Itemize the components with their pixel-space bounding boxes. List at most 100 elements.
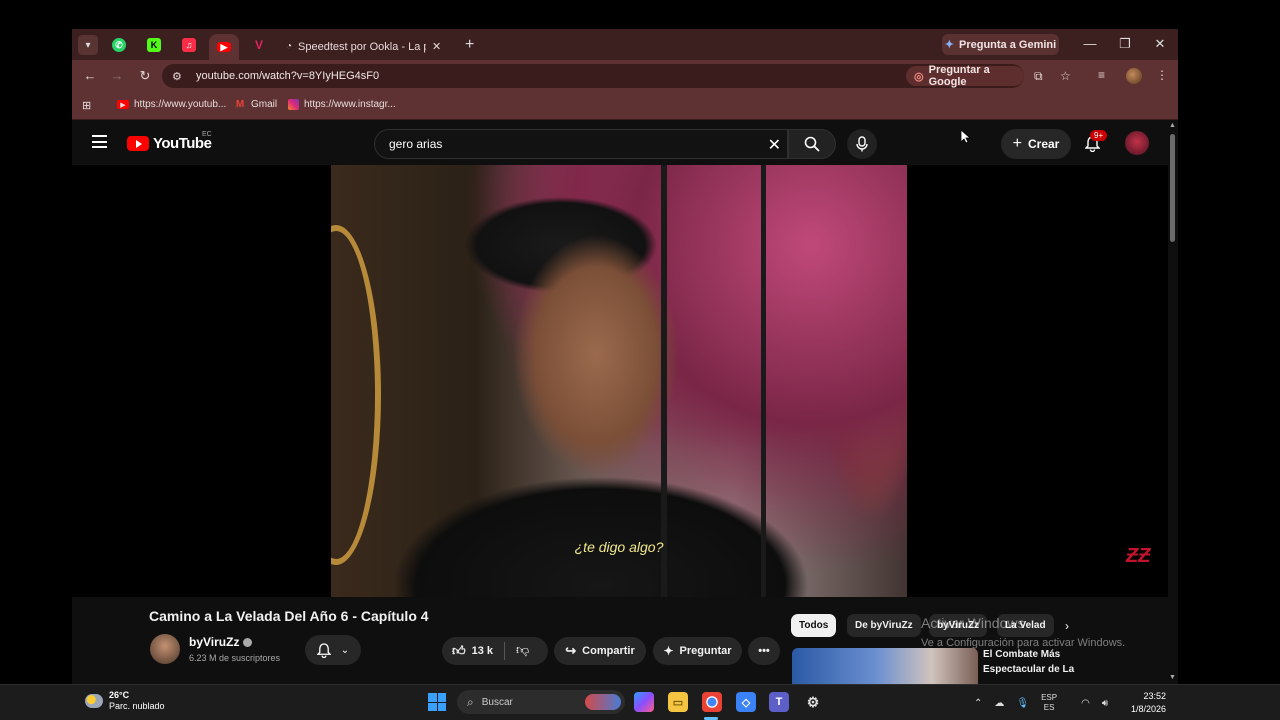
site-info-icon[interactable]: ⚙	[172, 70, 186, 83]
create-button[interactable]: + Crear	[1001, 129, 1071, 159]
account-avatar[interactable]	[1125, 131, 1149, 155]
search-highlight-image	[585, 694, 621, 710]
youtube-icon: ▶	[117, 100, 129, 109]
clock-date: 1/8/2026	[1130, 703, 1166, 714]
tab-search-button[interactable]: ▾	[78, 35, 98, 55]
chip-de-byviruzz[interactable]: De byViruZz	[847, 614, 921, 637]
share-button[interactable]: ↪ Compartir	[554, 637, 646, 665]
more-actions-button[interactable]: •••	[748, 637, 780, 665]
tab-whatsapp[interactable]: ✆	[104, 34, 134, 56]
install-app-icon[interactable]: ⧉	[1034, 69, 1043, 84]
channel-name[interactable]: byViruZz	[189, 635, 253, 649]
browser-window: ▾ ✆ K ♫ ▶ V ◔ Speedtest por Ookla - La p…	[72, 29, 1178, 684]
teams-icon[interactable]: T	[769, 692, 789, 712]
close-tab-icon[interactable]: ✕	[432, 40, 441, 53]
channel-avatar[interactable]	[150, 634, 180, 664]
plus-icon: +	[1012, 135, 1022, 152]
music-icon: ♫	[182, 38, 196, 52]
ask-google-button[interactable]: ◎ Preguntar a Google	[906, 64, 1024, 88]
tab-speedtest[interactable]: ◔ Speedtest por Ookla - La prueba ✕	[278, 33, 458, 60]
tab-bar: ▾ ✆ K ♫ ▶ V ◔ Speedtest por Ookla - La p…	[72, 29, 1178, 60]
like-count: 13 k	[471, 645, 494, 657]
instagram-icon	[288, 99, 299, 110]
file-explorer-icon[interactable]: ▭	[668, 692, 688, 712]
notification-badge: 9+	[1090, 130, 1108, 141]
channel-name-text[interactable]: byViruZz	[189, 635, 239, 649]
country-code: EC	[202, 131, 212, 138]
profile-avatar[interactable]	[1126, 68, 1142, 84]
voice-search-button[interactable]	[847, 129, 877, 159]
minimize-button[interactable]: —	[1080, 36, 1100, 51]
sparkle-icon: ✦	[663, 644, 674, 658]
menu-hamburger-icon[interactable]	[92, 135, 107, 148]
clock-time: 23:52	[1143, 691, 1166, 701]
forward-button[interactable]: →	[108, 68, 126, 83]
taskbar-search-placeholder: Buscar	[481, 696, 513, 708]
subscribed-bell-button[interactable]: ⌄	[305, 635, 361, 665]
video-player[interactable]: ¿te digo algo? ƵƵ	[72, 165, 1168, 597]
bookmark-label: https://www.instagr...	[304, 99, 396, 110]
microphone-icon	[856, 136, 868, 152]
chevron-right-icon[interactable]: ›	[1065, 619, 1069, 633]
url-text[interactable]: youtube.com/watch?v=8YIyHEG4sF0	[196, 70, 379, 82]
tab-kick[interactable]: K	[139, 34, 169, 56]
tab-v[interactable]: V	[244, 34, 274, 56]
ask-label: Preguntar	[679, 645, 732, 657]
search-icon: ⌕	[467, 694, 474, 709]
video-rail-shape	[761, 165, 766, 597]
chrome-icon[interactable]	[702, 692, 722, 712]
tab-youtube-active[interactable]: ▶	[209, 34, 239, 60]
language-indicator[interactable]: ESP ES	[1041, 693, 1057, 714]
bookmark-gmail[interactable]: M Gmail	[234, 99, 277, 110]
apps-grid-icon[interactable]: ⊞	[82, 99, 91, 112]
search-button[interactable]	[788, 129, 836, 159]
scroll-down-icon[interactable]: ▼	[1169, 674, 1176, 681]
search-input[interactable]: gero arias ✕	[374, 129, 788, 159]
kick-icon: K	[147, 38, 161, 52]
page-scrollbar[interactable]: ▲ ▼	[1168, 122, 1178, 684]
wifi-icon[interactable]: ◠	[1081, 698, 1090, 709]
clear-search-icon[interactable]: ✕	[768, 135, 781, 155]
ask-button[interactable]: ✦ Preguntar	[653, 637, 742, 665]
settings-icon[interactable]: ⚙	[803, 692, 823, 712]
chevron-up-icon[interactable]: ⌃	[974, 698, 982, 709]
youtube-logo[interactable]: YouTube EC	[127, 131, 212, 152]
copilot-icon[interactable]	[634, 692, 654, 712]
channel-watermark-logo: ƵƵ	[1126, 545, 1151, 567]
search-value[interactable]: gero arias	[389, 137, 442, 151]
youtube-icon: ▶	[217, 42, 231, 52]
bookmark-youtube[interactable]: ▶ https://www.youtub...	[117, 99, 226, 110]
windows-activation-watermark: Activar Windows	[921, 615, 1025, 631]
dislike-button[interactable]: 👎︎	[516, 642, 529, 658]
verified-icon	[243, 637, 253, 647]
scroll-thumb[interactable]	[1170, 134, 1175, 242]
gemini-button[interactable]: ✦ Pregunta a Gemini	[942, 34, 1059, 55]
windows-start-button[interactable]	[428, 693, 446, 711]
bookmark-star-icon[interactable]: ☆	[1060, 69, 1071, 83]
video-mirror-shape	[331, 225, 381, 565]
taskbar-clock[interactable]: 23:52 1/8/2026	[1122, 690, 1166, 715]
restore-button[interactable]: ❐	[1115, 36, 1135, 52]
video-rail-shape	[661, 165, 667, 597]
store-icon[interactable]: ◇	[736, 692, 756, 712]
close-window-button[interactable]: ✕	[1150, 36, 1170, 52]
related-video-thumbnail[interactable]	[792, 648, 978, 684]
menu-icon[interactable]: ⋮	[1156, 68, 1168, 82]
volume-icon[interactable]: 🔊︎	[1102, 698, 1108, 709]
onedrive-icon[interactable]: ☁	[994, 698, 1004, 709]
new-tab-button[interactable]: +	[465, 36, 474, 54]
microphone-icon[interactable]: 🎙︎	[1016, 698, 1029, 709]
back-button[interactable]: ←	[81, 68, 99, 83]
bookmark-instagram[interactable]: https://www.instagr...	[288, 99, 396, 110]
related-video-title[interactable]: El Combate Más Espectacular de La	[983, 648, 1093, 677]
taskbar-search[interactable]: ⌕ Buscar	[457, 690, 625, 714]
weather-widget[interactable]: 26°C Parc. nublado	[85, 690, 165, 713]
reload-button[interactable]: ↻	[136, 68, 154, 84]
scroll-up-icon[interactable]: ▲	[1169, 122, 1176, 129]
address-bar[interactable]: ⚙ youtube.com/watch?v=8YIyHEG4sF0 ◎ Preg…	[162, 64, 1071, 88]
tab-music[interactable]: ♫	[174, 34, 204, 56]
video-frame[interactable]: ¿te digo algo?	[331, 165, 907, 597]
chip-todos[interactable]: Todos	[791, 614, 837, 637]
media-controls-icon[interactable]: ≡	[1098, 68, 1105, 82]
like-button[interactable]: 👍︎ 13 k	[442, 637, 548, 665]
